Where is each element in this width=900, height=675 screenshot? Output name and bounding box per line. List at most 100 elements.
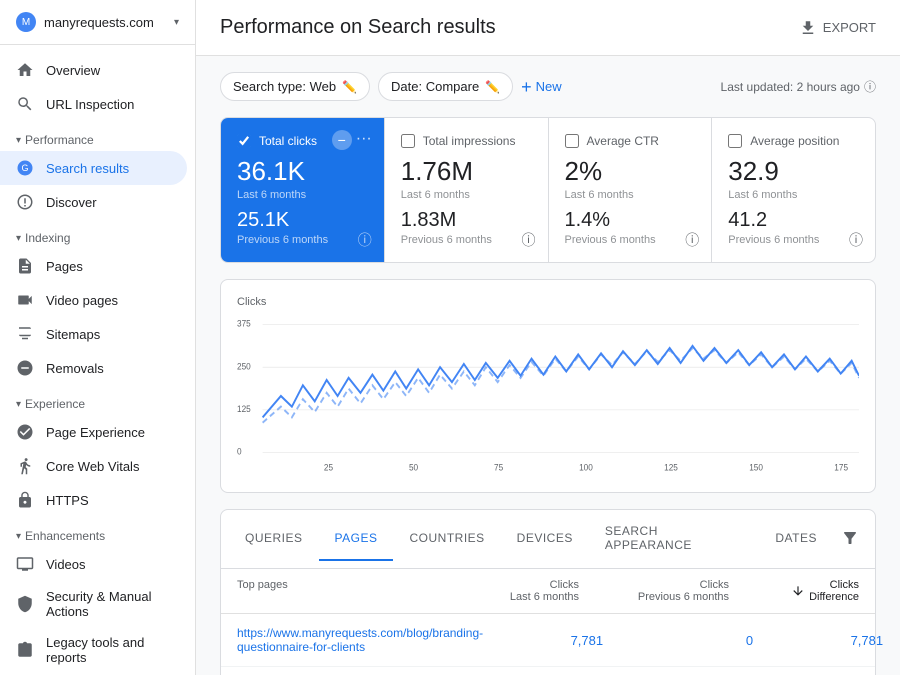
filter-icon[interactable]	[833, 521, 867, 558]
sidebar-item-security[interactable]: Security & Manual Actions	[0, 581, 187, 627]
video2-icon	[16, 555, 34, 573]
last-updated-text: Last updated: 2 hours ago	[721, 80, 860, 94]
metric-label-impressions: Total impressions	[423, 134, 516, 148]
metric-info-icon-3[interactable]: ⓘ	[685, 230, 699, 250]
table-container: Top pages Clicks Last 6 months Clicks Pr…	[221, 569, 875, 675]
sidebar-item-search-results[interactable]: G Search results	[0, 151, 187, 185]
sidebar-label-videos: Videos	[46, 557, 86, 572]
svg-text:250: 250	[237, 361, 251, 372]
chevron-down-icon: ▾	[16, 135, 21, 146]
tabs-section: QUERIES PAGES COUNTRIES DEVICES SEARCH A…	[220, 509, 876, 675]
tab-devices[interactable]: DEVICES	[501, 517, 589, 561]
search-type-label: Search type: Web	[233, 79, 336, 94]
sidebar-item-https[interactable]: HTTPS	[0, 483, 187, 517]
svg-text:50: 50	[409, 462, 418, 473]
domain-name: manyrequests.com	[44, 15, 166, 30]
sidebar: M manyrequests.com ▾ Overview URL Inspec…	[0, 0, 196, 675]
section-indexing-label: Indexing	[25, 231, 70, 245]
clicks-checkbox[interactable]	[237, 134, 251, 148]
row1-url[interactable]: https://www.manyrequests.com/blog/brandi…	[237, 626, 483, 654]
row1-clicks-diff: 7,781	[753, 633, 883, 648]
metric-label-position: Average position	[750, 134, 839, 148]
sidebar-label-security: Security & Manual Actions	[46, 589, 171, 619]
metric-checkbox-position[interactable]: Average position	[728, 134, 859, 148]
new-button[interactable]: + New	[521, 78, 562, 96]
metric-value-clicks: 36.1K	[237, 156, 368, 187]
search-type-filter[interactable]: Search type: Web ✏️	[220, 72, 370, 101]
sidebar-item-page-experience[interactable]: Page Experience	[0, 415, 187, 449]
metric-value2-clicks: 25.1K	[237, 209, 368, 232]
metric-checkbox-ctr[interactable]: Average CTR	[565, 134, 696, 148]
sidebar-item-core-web-vitals[interactable]: Core Web Vitals	[0, 449, 187, 483]
sidebar-nav: Overview URL Inspection ▾ Performance G …	[0, 45, 195, 675]
metric-period2-impressions: Previous 6 months	[401, 234, 532, 246]
sidebar-item-legacy[interactable]: Legacy tools and reports	[0, 627, 187, 673]
chart-y-label: Clicks	[237, 296, 859, 308]
tab-pages[interactable]: PAGES	[319, 517, 394, 561]
sidebar-item-pages[interactable]: Pages	[0, 249, 187, 283]
document-icon	[16, 257, 34, 275]
export-icon	[799, 19, 817, 37]
sidebar-label-video-pages: Video pages	[46, 293, 118, 308]
export-label: EXPORT	[823, 20, 876, 35]
sidebar-item-removals[interactable]: Removals	[0, 351, 187, 385]
section-experience[interactable]: ▾ Experience	[0, 385, 195, 415]
chart-container: Clicks 375 250 125 0	[220, 279, 876, 493]
video-icon	[16, 291, 34, 309]
sidebar-item-url-inspection[interactable]: URL Inspection	[0, 87, 187, 121]
google-icon: G	[16, 159, 34, 177]
home-icon	[16, 61, 34, 79]
plus-icon: +	[521, 78, 532, 96]
svg-text:25: 25	[324, 462, 333, 473]
sidebar-item-videos[interactable]: Videos	[0, 547, 187, 581]
table-row: https://www.manyrequests.com/blog/brandi…	[221, 614, 875, 667]
metric-info-icon-2[interactable]: ⓘ	[522, 230, 536, 250]
metric-more-button[interactable]: ···	[356, 130, 372, 150]
metric-period-position: Last 6 months	[728, 189, 859, 201]
svg-text:175: 175	[834, 462, 848, 473]
col-header-clicks-diff: Clicks Difference	[729, 579, 859, 603]
table-header: Top pages Clicks Last 6 months Clicks Pr…	[221, 569, 875, 614]
last-updated: Last updated: 2 hours ago ⓘ	[721, 78, 876, 95]
sidebar-item-sitemaps[interactable]: Sitemaps	[0, 317, 187, 351]
experience-icon	[16, 423, 34, 441]
metric-checkbox-impressions[interactable]: Total impressions	[401, 134, 532, 148]
metric-period-ctr: Last 6 months	[565, 189, 696, 201]
export-button[interactable]: EXPORT	[799, 19, 876, 37]
chevron-down-icon-2: ▾	[16, 233, 21, 244]
metric-value-position: 32.9	[728, 156, 859, 187]
edit-icon: ✏️	[342, 80, 357, 94]
metric-value2-impressions: 1.83M	[401, 209, 532, 232]
lock-icon	[16, 491, 34, 509]
section-enhancements[interactable]: ▾ Enhancements	[0, 517, 195, 547]
tab-queries[interactable]: QUERIES	[229, 517, 319, 561]
svg-text:100: 100	[579, 462, 593, 473]
metric-actions: − ···	[332, 130, 372, 150]
domain-dropdown-icon[interactable]: ▾	[174, 17, 179, 28]
search-icon	[16, 95, 34, 113]
impressions-checkbox[interactable]	[401, 134, 415, 148]
tab-search-appearance[interactable]: SEARCH APPEARANCE	[589, 510, 760, 568]
date-label: Date: Compare	[391, 79, 479, 94]
chart-area: 375 250 125 0 25 50 75	[237, 316, 859, 476]
sidebar-label-url-inspection: URL Inspection	[46, 97, 134, 112]
vitals-icon	[16, 457, 34, 475]
position-checkbox[interactable]	[728, 134, 742, 148]
sidebar-item-overview[interactable]: Overview	[0, 53, 187, 87]
metric-label-ctr: Average CTR	[587, 134, 659, 148]
tab-countries[interactable]: COUNTRIES	[393, 517, 500, 561]
date-filter[interactable]: Date: Compare ✏️	[378, 72, 513, 101]
section-indexing[interactable]: ▾ Indexing	[0, 219, 195, 249]
svg-text:0: 0	[237, 446, 242, 457]
metric-info-icon[interactable]: ⓘ	[358, 230, 372, 250]
metric-info-icon-4[interactable]: ⓘ	[849, 230, 863, 250]
tab-dates[interactable]: DATES	[759, 517, 833, 561]
sidebar-item-discover[interactable]: Discover	[0, 185, 187, 219]
sort-icon	[791, 584, 805, 598]
ctr-checkbox[interactable]	[565, 134, 579, 148]
sidebar-item-video-pages[interactable]: Video pages	[0, 283, 187, 317]
section-performance[interactable]: ▾ Performance	[0, 121, 195, 151]
sidebar-label-discover: Discover	[46, 195, 97, 210]
metric-minus-button[interactable]: −	[332, 130, 352, 150]
sidebar-label-legacy: Legacy tools and reports	[46, 635, 171, 665]
